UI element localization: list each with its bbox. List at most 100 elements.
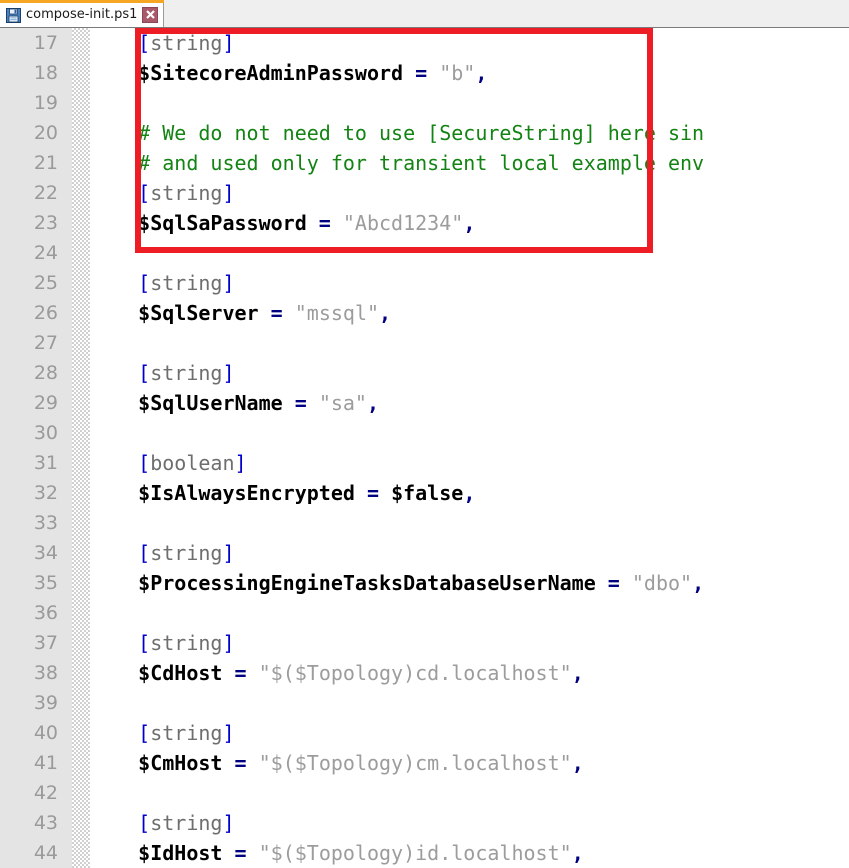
code-line-text[interactable] xyxy=(90,778,849,808)
code-line[interactable]: 38 $CdHost = "$($Topology)cd.localhost", xyxy=(0,658,849,688)
code-line[interactable]: 21 # and used only for transient local e… xyxy=(0,148,849,178)
code-line-text[interactable]: [string] xyxy=(90,268,849,298)
code-line-text[interactable]: # We do not need to use [SecureString] h… xyxy=(90,118,849,148)
code-token-punc: , xyxy=(571,661,584,685)
code-line-text[interactable]: [boolean] xyxy=(90,448,849,478)
code-line[interactable]: 42 xyxy=(0,778,849,808)
code-line-text[interactable]: [string] xyxy=(90,718,849,748)
code-line[interactable]: 39 xyxy=(0,688,849,718)
code-line-text[interactable] xyxy=(90,88,849,118)
code-line-text[interactable] xyxy=(90,328,849,358)
code-token-br: [ xyxy=(138,541,151,565)
code-line-text[interactable]: $SitecoreAdminPassword = "b", xyxy=(90,58,849,88)
code-line-text[interactable]: [string] xyxy=(90,628,849,658)
code-content[interactable]: 17 [string] 18 $SitecoreAdminPassword = "… xyxy=(0,28,849,868)
code-line[interactable]: 26 $SqlServer = "mssql", xyxy=(0,298,849,328)
code-line-text[interactable]: $SqlUserName = "sa", xyxy=(90,388,849,418)
line-number: 34 xyxy=(33,542,58,564)
code-line[interactable]: 24 xyxy=(0,238,849,268)
code-line-text[interactable]: [string] xyxy=(90,808,849,838)
code-line[interactable]: 43 [string] xyxy=(0,808,849,838)
tab-compose-init-ps1[interactable]: compose-init.ps1 xyxy=(0,0,165,27)
code-line-text[interactable] xyxy=(90,238,849,268)
code-line-text[interactable]: $CmHost = "$($Topology)cm.localhost", xyxy=(90,748,849,778)
code-line-text[interactable]: [string] xyxy=(90,358,849,388)
code-token-punc: , xyxy=(692,571,705,595)
code-token-type: string xyxy=(150,811,223,835)
code-line-text[interactable] xyxy=(90,688,849,718)
code-line[interactable]: 44 $IdHost = "$($Topology)id.localhost", xyxy=(0,838,849,868)
code-line[interactable]: 32 $IsAlwaysEncrypted = $false, xyxy=(0,478,849,508)
code-line-text[interactable] xyxy=(90,418,849,448)
code-line[interactable]: 33 xyxy=(0,508,849,538)
line-number: 27 xyxy=(33,332,58,354)
code-line-text[interactable]: [string] xyxy=(90,538,849,568)
code-token-var: $ProcessingEngineTasksDatabaseUserName xyxy=(138,571,596,595)
line-number: 28 xyxy=(33,362,58,384)
code-token-var: $CdHost xyxy=(138,661,223,685)
code-line-text[interactable]: $IsAlwaysEncrypted = $false, xyxy=(90,478,849,508)
line-number: 26 xyxy=(33,302,58,324)
code-token-punc: , xyxy=(475,61,488,85)
code-line-text[interactable]: [string] xyxy=(90,178,849,208)
code-token-cm: # We do not need to use [SecureString] h… xyxy=(138,121,705,145)
code-line[interactable]: 28 [string] xyxy=(0,358,849,388)
code-line[interactable]: 36 xyxy=(0,598,849,628)
code-line[interactable]: 37 [string] xyxy=(0,628,849,658)
line-number: 17 xyxy=(33,32,58,54)
line-number: 29 xyxy=(33,392,58,414)
code-token-var: $SqlSaPassword xyxy=(138,211,307,235)
close-icon[interactable] xyxy=(142,6,159,23)
code-line-text[interactable]: $IdHost = "$($Topology)id.localhost", xyxy=(90,838,849,868)
line-number: 18 xyxy=(33,62,58,84)
code-token-str: "dbo" xyxy=(631,571,693,595)
code-line-text[interactable]: $CdHost = "$($Topology)cd.localhost", xyxy=(90,658,849,688)
code-line-text[interactable]: [string] xyxy=(90,28,849,58)
code-token-punc: , xyxy=(366,391,380,415)
line-number: 33 xyxy=(33,512,58,534)
code-line[interactable]: 17 [string] xyxy=(0,28,849,58)
code-line[interactable]: 18 $SitecoreAdminPassword = "b", xyxy=(0,58,849,88)
code-line[interactable]: 30 xyxy=(0,418,849,448)
line-number: 30 xyxy=(33,422,58,444)
code-token-br: [ xyxy=(138,271,151,295)
code-line-text[interactable]: $ProcessingEngineTasksDatabaseUserName =… xyxy=(90,568,849,598)
code-line-text[interactable]: # and used only for transient local exam… xyxy=(90,148,849,178)
code-token-type: string xyxy=(150,541,223,565)
code-line[interactable]: 22 [string] xyxy=(0,178,849,208)
code-line-text[interactable]: $SqlSaPassword = "Abcd1234", xyxy=(90,208,849,238)
line-number: 44 xyxy=(33,842,58,864)
code-line-text[interactable]: $SqlServer = "mssql", xyxy=(90,298,849,328)
code-token-op: = xyxy=(318,211,331,235)
code-line[interactable]: 27 xyxy=(0,328,849,358)
code-token-br: ] xyxy=(234,451,247,475)
code-line[interactable]: 35 $ProcessingEngineTasksDatabaseUserNam… xyxy=(0,568,849,598)
code-line[interactable]: 40 [string] xyxy=(0,718,849,748)
code-line-text[interactable] xyxy=(90,508,849,538)
code-line[interactable]: 23 $SqlSaPassword = "Abcd1234", xyxy=(0,208,849,238)
code-line[interactable]: 20 # We do not need to use [SecureString… xyxy=(0,118,849,148)
code-token-var: $SqlUserName xyxy=(138,391,283,415)
code-line[interactable]: 29 $SqlUserName = "sa", xyxy=(0,388,849,418)
code-line[interactable]: 31 [boolean] xyxy=(0,448,849,478)
code-editor[interactable]: 17 [string] 18 $SitecoreAdminPassword = "… xyxy=(0,28,849,868)
code-line[interactable]: 25 [string] xyxy=(0,268,849,298)
code-line[interactable]: 19 xyxy=(0,88,849,118)
tab-filename-label: compose-init.ps1 xyxy=(26,7,138,22)
code-line[interactable]: 34 [string] xyxy=(0,538,849,568)
code-line[interactable]: 41 $CmHost = "$($Topology)cm.localhost", xyxy=(0,748,849,778)
line-number: 43 xyxy=(33,812,58,834)
code-line-text[interactable] xyxy=(90,598,849,628)
code-token-type: string xyxy=(150,181,223,205)
